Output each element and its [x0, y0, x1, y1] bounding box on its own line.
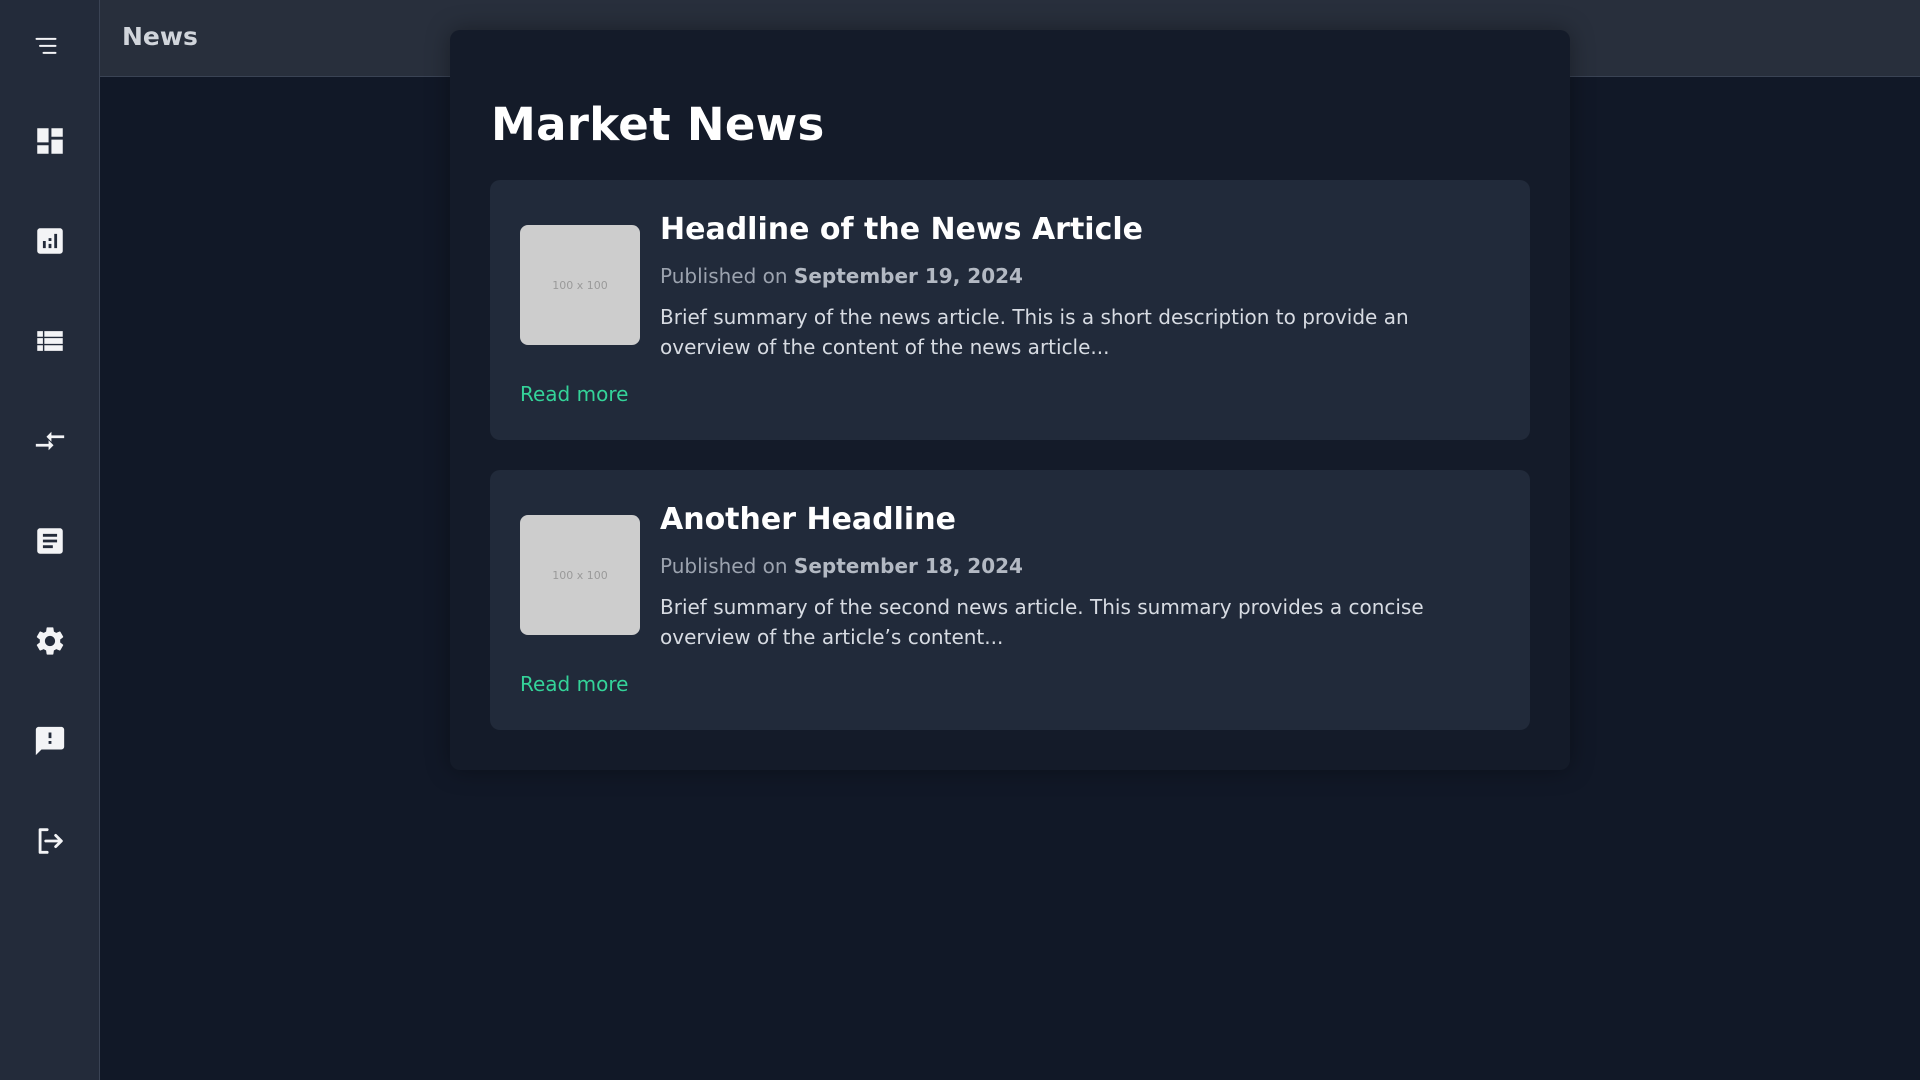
news-card: 100 x 100 Another Headline Published on …	[490, 470, 1530, 730]
sidebar-item-feedback[interactable]	[0, 706, 100, 776]
thumbnail-label: 100 x 100	[552, 278, 608, 292]
menu-icon	[35, 37, 57, 54]
published-prefix: Published on	[660, 554, 788, 578]
sidebar-item-logout[interactable]	[0, 806, 100, 876]
sidebar-item-transfer[interactable]	[0, 406, 100, 476]
sidebar-item-analytics[interactable]	[0, 206, 100, 276]
sidebar-item-dashboard[interactable]	[0, 106, 100, 176]
article-meta: Published on September 18, 2024	[660, 554, 1023, 578]
list-icon	[37, 331, 63, 351]
article-headline: Another Headline	[660, 502, 956, 537]
sidebar-item-list[interactable]	[0, 306, 100, 376]
sidebar-item-settings[interactable]	[0, 606, 100, 676]
article-thumbnail: 100 x 100	[520, 225, 640, 345]
menu-toggle-button[interactable]	[0, 18, 92, 74]
page-title: Market News	[491, 98, 825, 151]
article-thumbnail: 100 x 100	[520, 515, 640, 635]
published-prefix: Published on	[660, 264, 788, 288]
gear-icon	[36, 627, 64, 655]
thumbnail-label: 100 x 100	[552, 568, 608, 582]
published-date: September 18, 2024	[793, 554, 1023, 578]
feedback-icon	[35, 726, 65, 756]
sidebar-item-articles[interactable]	[0, 506, 100, 576]
page-header-title: News	[122, 22, 198, 51]
transfer-icon	[35, 431, 65, 451]
published-date: September 19, 2024	[793, 264, 1023, 288]
logout-icon	[38, 828, 63, 854]
analytics-icon	[37, 228, 63, 254]
article-headline: Headline of the News Article	[660, 212, 1144, 247]
article-summary: Brief summary of the news article. This …	[660, 305, 1409, 359]
sidebar	[0, 0, 100, 1080]
read-more-link[interactable]: Read more	[520, 382, 628, 406]
article-meta: Published on September 19, 2024	[660, 264, 1023, 288]
article-summary: Brief summary of the second news article…	[660, 595, 1424, 649]
news-card: 100 x 100 Headline of the News Article P…	[490, 180, 1530, 440]
article-icon	[37, 528, 63, 554]
dashboard-icon	[37, 128, 63, 154]
read-more-link[interactable]: Read more	[520, 672, 628, 696]
